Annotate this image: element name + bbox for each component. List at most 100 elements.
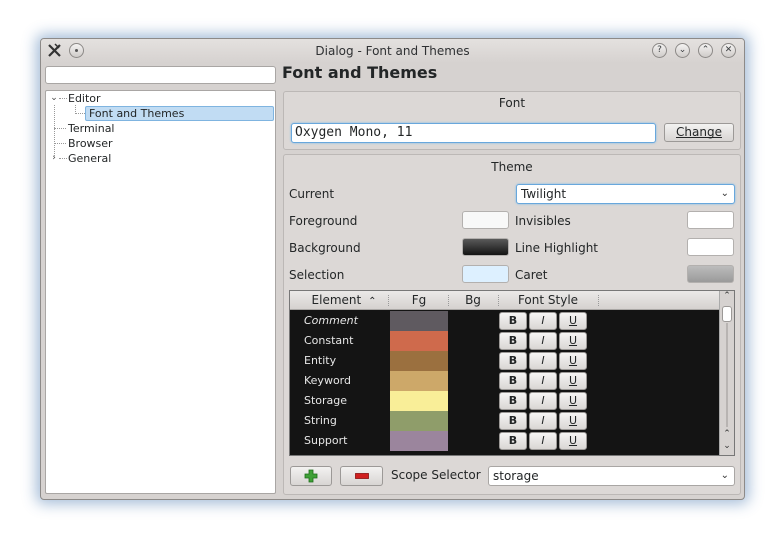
underline-toggle[interactable]: U: [559, 432, 587, 450]
scope-select-value: storage: [493, 469, 539, 483]
underline-toggle[interactable]: U: [559, 372, 587, 390]
theme-select-value: Twilight: [521, 187, 567, 201]
bold-toggle[interactable]: B: [499, 312, 527, 330]
close-button[interactable]: ✕: [721, 43, 736, 58]
chevron-down-icon[interactable]: ⌄: [49, 91, 59, 106]
line-highlight-color-button[interactable]: [687, 238, 734, 256]
italic-toggle[interactable]: I: [529, 312, 557, 330]
theme-select[interactable]: Twilight ⌄: [516, 184, 735, 204]
scroll-down-icon[interactable]: ⌄: [720, 441, 734, 451]
tree-item-font-and-themes[interactable]: Font and Themes: [85, 106, 274, 121]
bg-color-cell[interactable]: [448, 331, 498, 351]
scroll-thumb[interactable]: [722, 306, 732, 322]
underline-toggle[interactable]: U: [559, 352, 587, 370]
table-row[interactable]: Comment B I U: [290, 311, 719, 331]
maximize-button[interactable]: ⌃: [698, 43, 713, 58]
scope-select[interactable]: storage ⌄: [488, 466, 735, 486]
tree-item-terminal[interactable]: Terminal: [68, 121, 115, 136]
fg-color-cell[interactable]: [390, 431, 448, 451]
current-label: Current: [289, 187, 335, 201]
table-row[interactable]: Constant B I U: [290, 331, 719, 351]
bg-color-cell[interactable]: [448, 411, 498, 431]
add-scope-button[interactable]: [290, 466, 332, 486]
help-button[interactable]: ?: [652, 43, 667, 58]
italic-toggle[interactable]: I: [529, 392, 557, 410]
table-row[interactable]: Support B I U: [290, 431, 719, 451]
fg-color-cell[interactable]: [390, 331, 448, 351]
element-name: String: [304, 414, 337, 427]
element-name: Comment: [304, 314, 358, 327]
tree-item-general[interactable]: General: [68, 151, 111, 166]
tree-item-editor[interactable]: Editor: [68, 91, 101, 106]
bold-toggle[interactable]: B: [499, 432, 527, 450]
table-row[interactable]: Keyword B I U: [290, 371, 719, 391]
table-row[interactable]: Storage B I U: [290, 391, 719, 411]
sort-ascending-icon: ⌃: [368, 296, 377, 307]
header-element[interactable]: Element ⌃: [304, 293, 384, 307]
italic-toggle[interactable]: I: [529, 432, 557, 450]
background-label: Background: [289, 241, 361, 255]
fg-color-cell[interactable]: [390, 351, 448, 371]
scroll-up-icon[interactable]: ⌃: [720, 291, 734, 301]
search-input[interactable]: [45, 66, 276, 84]
foreground-color-button[interactable]: [462, 211, 509, 229]
change-font-button[interactable]: Change: [664, 123, 734, 142]
invisibles-label: Invisibles: [515, 214, 571, 228]
fg-color-cell[interactable]: [390, 371, 448, 391]
element-name: Storage: [304, 394, 348, 407]
element-name: Keyword: [304, 374, 351, 387]
background-color-button[interactable]: [462, 238, 509, 256]
chevron-right-icon[interactable]: ›: [49, 151, 59, 166]
tree-item-browser[interactable]: Browser: [68, 136, 113, 151]
underline-toggle[interactable]: U: [559, 412, 587, 430]
header-font-style[interactable]: Font Style: [498, 293, 598, 307]
fg-color-cell[interactable]: [390, 411, 448, 431]
underline-toggle[interactable]: U: [559, 312, 587, 330]
bold-toggle[interactable]: B: [499, 392, 527, 410]
caret-color-button[interactable]: [687, 265, 734, 283]
bold-toggle[interactable]: B: [499, 332, 527, 350]
scope-selector-label: Scope Selector: [391, 468, 481, 482]
element-name: Entity: [304, 354, 337, 367]
header-fg[interactable]: Fg: [390, 293, 448, 307]
italic-toggle[interactable]: I: [529, 372, 557, 390]
font-group-title: Font: [498, 96, 526, 110]
invisibles-color-button[interactable]: [687, 211, 734, 229]
minimize-button[interactable]: ⌄: [675, 43, 690, 58]
underline-toggle[interactable]: U: [559, 332, 587, 350]
bold-toggle[interactable]: B: [499, 372, 527, 390]
table-row[interactable]: Entity B I U: [290, 351, 719, 371]
bg-color-cell[interactable]: [448, 351, 498, 371]
element-table: Element ⌃ Fg Bg Font Style Comment B I U Con…: [289, 290, 735, 456]
theme-group-title: Theme: [491, 160, 533, 174]
bold-toggle[interactable]: B: [499, 352, 527, 370]
remove-scope-button[interactable]: [340, 466, 383, 486]
element-name: Constant: [304, 334, 354, 347]
chevron-up-icon[interactable]: ⌃: [720, 429, 734, 439]
table-scrollbar[interactable]: ⌃ ⌃ ⌄: [719, 291, 734, 455]
fg-color-cell[interactable]: [390, 391, 448, 411]
bold-toggle[interactable]: B: [499, 412, 527, 430]
line-highlight-label: Line Highlight: [515, 241, 598, 255]
bg-color-cell[interactable]: [448, 391, 498, 411]
table-row[interactable]: String B I U: [290, 411, 719, 431]
header-bg[interactable]: Bg: [448, 293, 498, 307]
font-field[interactable]: Oxygen Mono, 11: [291, 123, 656, 143]
plus-icon: [304, 469, 318, 483]
italic-toggle[interactable]: I: [529, 412, 557, 430]
italic-toggle[interactable]: I: [529, 332, 557, 350]
selection-color-button[interactable]: [462, 265, 509, 283]
bg-color-cell[interactable]: [448, 311, 498, 331]
table-header: Element ⌃ Fg Bg Font Style: [290, 291, 719, 310]
underline-toggle[interactable]: U: [559, 392, 587, 410]
italic-toggle[interactable]: I: [529, 352, 557, 370]
bg-color-cell[interactable]: [448, 371, 498, 391]
page-title: Font and Themes: [282, 63, 438, 82]
theme-group: Theme Current Twilight ⌄ Foreground Invi…: [283, 154, 741, 495]
caret-label: Caret: [515, 268, 548, 282]
fg-color-cell[interactable]: [390, 311, 448, 331]
chevron-down-icon: ⌄: [720, 188, 729, 199]
window-title: Dialog - Font and Themes: [315, 44, 470, 58]
selection-label: Selection: [289, 268, 345, 282]
bg-color-cell[interactable]: [448, 431, 498, 451]
